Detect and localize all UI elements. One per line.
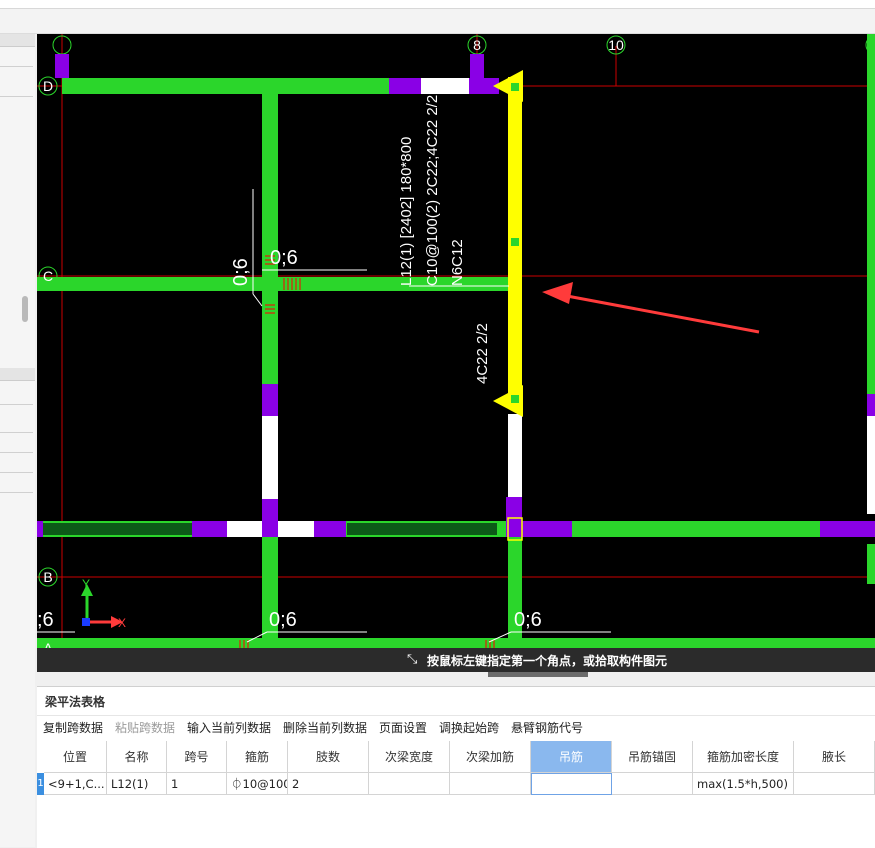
col-header-legs[interactable]: 肢数 [288, 741, 369, 773]
axis-label-b: B [43, 569, 52, 585]
delete-column-button[interactable]: 删除当前列数据 [283, 719, 367, 736]
command-status-bar: ⤡ 按鼠标左键指定第一个角点，或拾取构件图元 [37, 648, 875, 672]
left-panel-divider [0, 472, 33, 473]
panel-title: 梁平法表格 [45, 695, 106, 709]
tag-06-a8: 0;6 [514, 609, 542, 631]
col-header-position[interactable]: 位置 [44, 741, 107, 773]
input-column-button[interactable]: 输入当前列数据 [187, 719, 271, 736]
col-header-stirrup[interactable]: 箍筋 [227, 741, 288, 773]
cell-stirrup-dense-length[interactable]: max(1.5*h,500) [693, 773, 794, 795]
cell-legs[interactable]: 2 [288, 773, 369, 795]
col-header-sub-beam-bars[interactable]: 次梁加筋 [450, 741, 531, 773]
panel-resize-grip[interactable] [488, 672, 588, 677]
cell-span[interactable]: 1 [167, 773, 227, 795]
axis-label-10: 10 [608, 37, 624, 53]
left-panel-header-bottom[interactable] [0, 368, 35, 381]
left-panel-divider [0, 66, 33, 67]
cell-stirrup[interactable]: ⏀10@100 [227, 773, 288, 795]
copy-span-button[interactable]: 复制跨数据 [43, 719, 103, 736]
cad-drawing[interactable]: 8 10 D C B A 7 0;6 0;6 0;6 0;6 ;6 L12(1)… [37, 34, 875, 672]
left-panel-header-top[interactable] [0, 34, 35, 47]
left-panel-divider [0, 492, 33, 493]
beam-table: 位置 名称 跨号 箍筋 肢数 次梁宽度 次梁加筋 吊筋 吊筋锚固 箍筋加密长度 … [37, 741, 875, 799]
cell-position[interactable]: <9+1,C... [44, 773, 107, 795]
col-header-span[interactable]: 跨号 [167, 741, 227, 773]
row-index[interactable]: 1 [37, 773, 44, 795]
axis-label-c: C [43, 268, 53, 284]
top-toolbar-strip [0, 9, 875, 34]
beam-annotation-line3: N6C12 [449, 239, 466, 286]
annotation-lines [37, 189, 611, 643]
rebar-marks [239, 255, 495, 654]
col-header-hanger-bars[interactable]: 吊筋 [531, 741, 612, 773]
beam-annotation-bottom: 4C22 2/2 [474, 323, 491, 384]
cell-haunch-length[interactable] [794, 773, 875, 795]
col-header-name[interactable]: 名称 [107, 741, 167, 773]
cad-drawing-canvas[interactable]: 8 10 D C B A 7 0;6 0;6 0;6 0;6 ;6 L12(1)… [37, 34, 875, 672]
tag-06-a7: 0;6 [269, 609, 297, 631]
axis-label-8: 8 [473, 37, 481, 53]
ucs-y-label: Y [82, 577, 90, 591]
left-panel-divider [0, 452, 33, 453]
left-panel-scrollbar[interactable] [22, 296, 28, 322]
axis-label-d: D [43, 78, 53, 94]
horizontal-beams[interactable] [37, 78, 875, 648]
paste-span-button[interactable]: 粘贴跨数据 [115, 719, 175, 736]
ucs-x-label: X [118, 616, 126, 630]
beam-annotation-line2: C10@100(2) 2C22;4C22 2/2 [424, 95, 441, 286]
axis-lines [37, 34, 875, 672]
tag-06-c: 0;6 [270, 247, 298, 269]
beam-table-panel: 梁平法表格 复制跨数据 粘贴跨数据 输入当前列数据 删除当前列数据 页面设置 调… [37, 686, 875, 848]
cursor-icon: ⤡ [407, 652, 418, 667]
status-prompt: 按鼠标左键指定第一个角点，或拾取构件图元 [427, 654, 668, 668]
panel-toolbar: 复制跨数据 粘贴跨数据 输入当前列数据 删除当前列数据 页面设置 调换起始跨 悬… [37, 715, 875, 738]
cell-name[interactable]: L12(1) [107, 773, 167, 795]
cell-hanger-anchorage[interactable] [612, 773, 693, 795]
left-panel-divider [0, 432, 33, 433]
left-panel [0, 34, 35, 847]
vertical-beams[interactable] [55, 34, 875, 638]
col-header-sub-beam-width[interactable]: 次梁宽度 [369, 741, 450, 773]
beam-annotation-line1: L12(1) [2402] 180*800 [398, 137, 415, 286]
cantilever-code-button[interactable]: 悬臂钢筋代号 [511, 719, 583, 736]
swap-start-span-button[interactable]: 调换起始跨 [439, 719, 499, 736]
page-setup-button[interactable]: 页面设置 [379, 719, 427, 736]
cell-sub-beam-width[interactable] [369, 773, 450, 795]
pointer-arrow [542, 282, 760, 334]
title-bar [0, 0, 875, 9]
left-panel-divider [0, 404, 33, 405]
col-header-hanger-anchorage[interactable]: 吊筋锚固 [612, 741, 693, 773]
cell-hanger-bars[interactable] [531, 773, 612, 795]
col-header-stirrup-dense-length[interactable]: 箍筋加密长度 [693, 741, 794, 773]
cell-sub-beam-bars[interactable] [450, 773, 531, 795]
drawing-texts: 8 10 D C B A 7 0;6 0;6 0;6 0;6 ;6 L12(1)… [37, 37, 624, 668]
tag-06-left: ;6 [37, 609, 54, 631]
left-panel-divider [0, 96, 33, 97]
columns[interactable] [37, 78, 875, 537]
tag-06-vertical: 0;6 [230, 258, 252, 286]
axis-circles [38, 35, 875, 670]
col-header-haunch-length[interactable]: 腋长 [794, 741, 875, 773]
